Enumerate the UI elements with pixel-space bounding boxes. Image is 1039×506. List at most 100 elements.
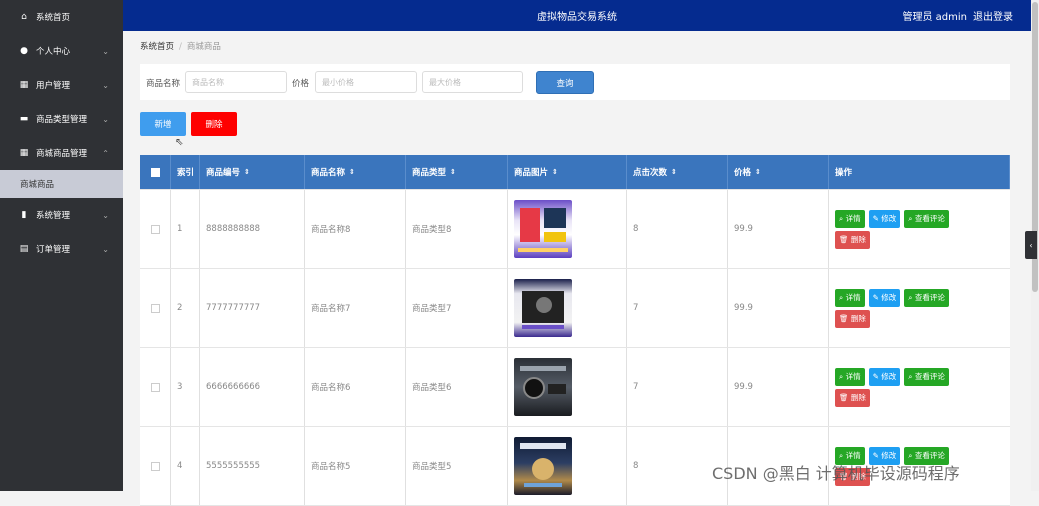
bar-chart-icon: ▮ <box>21 210 27 220</box>
sidebar-item-users[interactable]: ▦ 用户管理 ⌄ <box>0 68 123 102</box>
view-reviews-button[interactable]: ⌕ 查看评论 <box>904 288 949 307</box>
row-delete-button[interactable]: 🗑 删除 <box>835 388 870 407</box>
clipboard-icon: ▤ <box>19 244 29 254</box>
sort-icon: ⇕ <box>349 168 355 176</box>
col-name[interactable]: 商品名称 ⇕ <box>305 155 406 189</box>
cell-type: 商品类型6 <box>406 348 508 426</box>
review-label: 查看评论 <box>914 372 945 381</box>
products-table: 索引 商品编号 ⇕ 商品名称 ⇕ 商品类型 ⇕ 商品图片 ⇕ 点击次数 ⇕ 价格 ⇕ 操作 … <box>140 155 1010 506</box>
breadcrumb-separator: / <box>179 42 182 52</box>
table-row: 3 6666666666 商品名称6 商品类型6 7 99.9 ⌕ 详情 ✎ 修… <box>140 348 1010 427</box>
cell-price: 99.9 <box>728 269 829 347</box>
cell-index: 1 <box>171 190 200 268</box>
sidebar-item-label: 商城商品管理 <box>36 149 88 159</box>
name-label: 商品名称 <box>146 79 181 89</box>
col-clicks[interactable]: 点击次数 ⇕ <box>627 155 728 189</box>
table-row: 2 7777777777 商品名称7 商品类型7 7 99.9 ⌕ 详情 ✎ 修… <box>140 269 1010 348</box>
col-price-label: 价格 <box>734 168 752 178</box>
row-checkbox[interactable] <box>150 461 160 471</box>
detail-button[interactable]: ⌕ 详情 <box>835 367 865 386</box>
detail-label: 详情 <box>845 372 861 381</box>
breadcrumb-current: 商城商品 <box>186 42 221 52</box>
watermark: CSDN @黑白 计算机毕设源码程序 <box>712 464 960 483</box>
view-reviews-button[interactable]: ⌕ 查看评论 <box>904 367 949 386</box>
col-image[interactable]: 商品图片 ⇕ <box>508 155 627 189</box>
edit-button[interactable]: ✎ 修改 <box>868 367 901 386</box>
detail-button[interactable]: ⌕ 详情 <box>835 288 865 307</box>
product-image-art <box>520 366 566 399</box>
row-delete-button[interactable]: 🗑 删除 <box>835 309 870 328</box>
edit-label: 修改 <box>881 372 897 381</box>
sidebar-item-personal[interactable]: ● 个人中心 ⌄ <box>0 34 123 68</box>
sidebar-item-home[interactable]: ⌂ 系统首页 <box>0 0 123 34</box>
mouse-cursor-icon: ⇖ <box>175 137 184 148</box>
product-image[interactable] <box>514 200 572 258</box>
collapse-tab-icon[interactable]: ‹ <box>1025 231 1037 259</box>
sort-icon: ⇕ <box>244 168 250 176</box>
row-checkbox[interactable] <box>150 224 160 234</box>
sidebar-item-mall-products[interactable]: ▦ 商城商品管理 ⌃ <box>0 136 123 170</box>
product-image[interactable] <box>514 358 572 416</box>
max-price-input[interactable] <box>422 71 523 93</box>
chevron-down-icon: ⌄ <box>102 244 109 254</box>
min-price-input[interactable] <box>315 71 417 93</box>
cell-clicks: 8 <box>627 190 728 268</box>
col-clicks-label: 点击次数 <box>633 168 668 178</box>
sidebar-item-label: 商品类型管理 <box>36 115 88 125</box>
product-image-art <box>518 208 568 252</box>
detail-label: 详情 <box>845 293 861 302</box>
sidebar-item-label: 系统管理 <box>36 211 71 221</box>
col-code[interactable]: 商品编号 ⇕ <box>200 155 305 189</box>
cell-index: 2 <box>171 269 200 347</box>
row-delete-button[interactable]: 🗑 删除 <box>835 230 870 249</box>
detail-button[interactable]: ⌕ 详情 <box>835 209 865 228</box>
cell-price: 99.9 <box>728 190 829 268</box>
logout-link[interactable]: 退出登录 <box>973 12 1013 23</box>
edit-label: 修改 <box>881 214 897 223</box>
sidebar-item-orders[interactable]: ▤ 订单管理 ⌄ <box>0 232 123 266</box>
table-header-row: 索引 商品编号 ⇕ 商品名称 ⇕ 商品类型 ⇕ 商品图片 ⇕ 点击次数 ⇕ 价格 ⇕ 操作 <box>140 155 1010 190</box>
grid-icon: ▦ <box>19 148 29 158</box>
sort-icon: ⇕ <box>552 168 558 176</box>
batch-delete-button[interactable]: 删除 <box>191 112 237 136</box>
cell-name: 商品名称6 <box>305 348 406 426</box>
table-row: 1 8888888888 商品名称8 商品类型8 8 99.9 ⌕ 详情 ✎ 修… <box>140 190 1010 269</box>
sidebar-item-label: 订单管理 <box>36 245 71 255</box>
sidebar-item-product-types[interactable]: ▬ 商品类型管理 ⌄ <box>0 102 123 136</box>
col-type[interactable]: 商品类型 ⇕ <box>406 155 508 189</box>
view-reviews-button[interactable]: ⌕ 查看评论 <box>904 209 949 228</box>
sort-icon: ⇕ <box>755 168 761 176</box>
edit-button[interactable]: ✎ 修改 <box>868 209 901 228</box>
row-checkbox[interactable] <box>150 303 160 313</box>
product-image[interactable] <box>514 437 572 495</box>
product-name-input[interactable] <box>185 71 287 93</box>
search-panel: 商品名称 价格 查询 <box>140 64 1010 100</box>
sidebar-subitem-mall-goods[interactable]: 商城商品 <box>0 170 123 198</box>
query-button[interactable]: 查询 <box>536 71 594 94</box>
edit-button[interactable]: ✎ 修改 <box>868 288 901 307</box>
review-label: 查看评论 <box>914 293 945 302</box>
cell-type: 商品类型7 <box>406 269 508 347</box>
cell-name: 商品名称7 <box>305 269 406 347</box>
cell-type: 商品类型5 <box>406 427 508 505</box>
app-title: 虚拟物品交易系统 <box>537 12 617 23</box>
col-price[interactable]: 价格 ⇕ <box>728 155 829 189</box>
cell-code: 6666666666 <box>200 348 305 426</box>
sidebar-item-label: 个人中心 <box>36 47 71 57</box>
add-button[interactable]: 新增 <box>140 112 186 136</box>
product-image[interactable] <box>514 279 572 337</box>
row-checkbox[interactable] <box>150 382 160 392</box>
row-actions: ⌕ 详情 ✎ 修改 ⌕ 查看评论 🗑 删除 <box>835 367 975 407</box>
chevron-down-icon: ⌄ <box>102 80 109 90</box>
sidebar-item-label: 用户管理 <box>36 81 71 91</box>
delete-label: 删除 <box>850 393 866 402</box>
breadcrumb-home[interactable]: 系统首页 <box>140 42 174 52</box>
select-all-checkbox[interactable] <box>150 167 160 177</box>
sidebar-item-system[interactable]: ▮ 系统管理 ⌄ <box>0 198 123 232</box>
breadcrumb: 系统首页 / 商城商品 <box>140 40 221 52</box>
cell-clicks: 7 <box>627 269 728 347</box>
row-actions: ⌕ 详情 ✎ 修改 ⌕ 查看评论 🗑 删除 <box>835 209 975 249</box>
detail-label: 详情 <box>845 214 861 223</box>
row-actions: ⌕ 详情 ✎ 修改 ⌕ 查看评论 🗑 删除 <box>835 288 975 328</box>
delete-label: 删除 <box>850 314 866 323</box>
